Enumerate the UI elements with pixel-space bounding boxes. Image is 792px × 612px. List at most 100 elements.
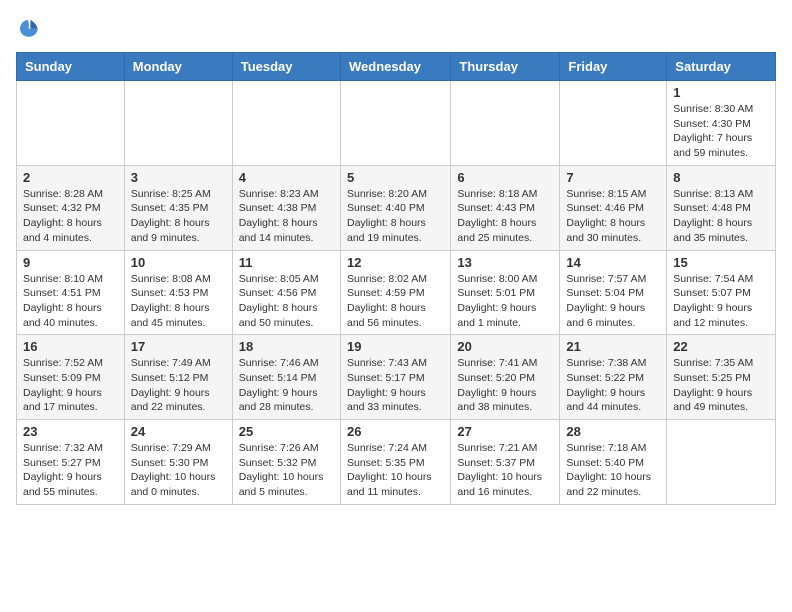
- day-cell: 9Sunrise: 8:10 AM Sunset: 4:51 PM Daylig…: [17, 250, 125, 335]
- day-cell: 5 Sunrise: 8:20 AM Sunset: 4:40 PM Daylig…: [340, 165, 450, 250]
- day-info: Sunrise: 7:26 AM Sunset: 5:32 PM Dayligh…: [239, 441, 334, 500]
- day-number: 28: [566, 424, 660, 439]
- weekday-header-row: SundayMondayTuesdayWednesdayThursdayFrid…: [17, 53, 776, 81]
- day-info: Sunrise: 7:24 AM Sunset: 5:35 PM Dayligh…: [347, 441, 444, 500]
- day-cell: 13 Sunrise: 8:00 AM Sunset: 5:01 PM Dayli…: [451, 250, 560, 335]
- day-info: Sunrise: 7:57 AM Sunset: 5:04 PM Dayligh…: [566, 272, 660, 331]
- day-cell: 23 Sunrise: 7:32 AM Sunset: 5:27 PM Dayli…: [17, 420, 125, 505]
- day-cell: 14 Sunrise: 7:57 AM Sunset: 5:04 PM Dayli…: [560, 250, 667, 335]
- day-cell: 25 Sunrise: 7:26 AM Sunset: 5:32 PM Dayli…: [232, 420, 340, 505]
- day-number: 22: [673, 339, 769, 354]
- day-info: Sunrise: 7:35 AM Sunset: 5:25 PM Dayligh…: [673, 356, 769, 415]
- day-cell: [232, 81, 340, 166]
- day-number: 18: [239, 339, 334, 354]
- page-header: [16, 16, 776, 40]
- day-info: Sunrise: 7:49 AM Sunset: 5:12 PM Dayligh…: [131, 356, 226, 415]
- calendar-table: SundayMondayTuesdayWednesdayThursdayFrid…: [16, 52, 776, 505]
- day-cell: 28 Sunrise: 7:18 AM Sunset: 5:40 PM Dayli…: [560, 420, 667, 505]
- day-number: 13: [457, 255, 553, 270]
- week-row-3: 9Sunrise: 8:10 AM Sunset: 4:51 PM Daylig…: [17, 250, 776, 335]
- logo-icon: [16, 16, 40, 40]
- day-info: Sunrise: 8:28 AM Sunset: 4:32 PM Dayligh…: [23, 187, 118, 246]
- day-cell: 10Sunrise: 8:08 AM Sunset: 4:53 PM Dayli…: [124, 250, 232, 335]
- day-cell: 7 Sunrise: 8:15 AM Sunset: 4:46 PM Daylig…: [560, 165, 667, 250]
- week-row-1: 1Sunrise: 8:30 AM Sunset: 4:30 PM Daylig…: [17, 81, 776, 166]
- day-number: 5: [347, 170, 444, 185]
- day-cell: 2 Sunrise: 8:28 AM Sunset: 4:32 PM Daylig…: [17, 165, 125, 250]
- day-info: Sunrise: 8:18 AM Sunset: 4:43 PM Dayligh…: [457, 187, 553, 246]
- day-cell: [560, 81, 667, 166]
- day-cell: 4 Sunrise: 8:23 AM Sunset: 4:38 PM Daylig…: [232, 165, 340, 250]
- day-number: 23: [23, 424, 118, 439]
- day-cell: 21 Sunrise: 7:38 AM Sunset: 5:22 PM Dayli…: [560, 335, 667, 420]
- day-cell: [667, 420, 776, 505]
- day-number: 24: [131, 424, 226, 439]
- weekday-header-friday: Friday: [560, 53, 667, 81]
- day-cell: 19 Sunrise: 7:43 AM Sunset: 5:17 PM Dayli…: [340, 335, 450, 420]
- day-cell: 8 Sunrise: 8:13 AM Sunset: 4:48 PM Daylig…: [667, 165, 776, 250]
- day-info: Sunrise: 7:18 AM Sunset: 5:40 PM Dayligh…: [566, 441, 660, 500]
- day-number: 2: [23, 170, 118, 185]
- weekday-header-monday: Monday: [124, 53, 232, 81]
- day-number: 3: [131, 170, 226, 185]
- day-info: Sunrise: 8:13 AM Sunset: 4:48 PM Dayligh…: [673, 187, 769, 246]
- day-info: Sunrise: 7:43 AM Sunset: 5:17 PM Dayligh…: [347, 356, 444, 415]
- day-info: Sunrise: 8:25 AM Sunset: 4:35 PM Dayligh…: [131, 187, 226, 246]
- day-cell: 20 Sunrise: 7:41 AM Sunset: 5:20 PM Dayli…: [451, 335, 560, 420]
- day-info: Sunrise: 7:21 AM Sunset: 5:37 PM Dayligh…: [457, 441, 553, 500]
- day-cell: 12Sunrise: 8:02 AM Sunset: 4:59 PM Dayli…: [340, 250, 450, 335]
- day-cell: 1Sunrise: 8:30 AM Sunset: 4:30 PM Daylig…: [667, 81, 776, 166]
- day-number: 26: [347, 424, 444, 439]
- day-cell: 26 Sunrise: 7:24 AM Sunset: 5:35 PM Dayli…: [340, 420, 450, 505]
- day-number: 8: [673, 170, 769, 185]
- day-number: 7: [566, 170, 660, 185]
- day-info: Sunrise: 7:32 AM Sunset: 5:27 PM Dayligh…: [23, 441, 118, 500]
- day-cell: 22 Sunrise: 7:35 AM Sunset: 5:25 PM Dayli…: [667, 335, 776, 420]
- day-info: Sunrise: 7:46 AM Sunset: 5:14 PM Dayligh…: [239, 356, 334, 415]
- weekday-header-sunday: Sunday: [17, 53, 125, 81]
- logo: [16, 16, 44, 40]
- day-number: 20: [457, 339, 553, 354]
- day-info: Sunrise: 8:23 AM Sunset: 4:38 PM Dayligh…: [239, 187, 334, 246]
- weekday-header-tuesday: Tuesday: [232, 53, 340, 81]
- day-info: Sunrise: 8:15 AM Sunset: 4:46 PM Dayligh…: [566, 187, 660, 246]
- week-row-2: 2 Sunrise: 8:28 AM Sunset: 4:32 PM Daylig…: [17, 165, 776, 250]
- day-cell: 17 Sunrise: 7:49 AM Sunset: 5:12 PM Dayli…: [124, 335, 232, 420]
- day-cell: [451, 81, 560, 166]
- day-number: 12: [347, 255, 444, 270]
- day-number: 14: [566, 255, 660, 270]
- day-info: Sunrise: 7:54 AM Sunset: 5:07 PM Dayligh…: [673, 272, 769, 331]
- day-number: 10: [131, 255, 226, 270]
- day-info: Sunrise: 8:00 AM Sunset: 5:01 PM Dayligh…: [457, 272, 553, 331]
- day-cell: 16Sunrise: 7:52 AM Sunset: 5:09 PM Dayli…: [17, 335, 125, 420]
- day-number: 21: [566, 339, 660, 354]
- day-cell: 27 Sunrise: 7:21 AM Sunset: 5:37 PM Dayli…: [451, 420, 560, 505]
- day-number: 19: [347, 339, 444, 354]
- day-info: Sunrise: 7:38 AM Sunset: 5:22 PM Dayligh…: [566, 356, 660, 415]
- weekday-header-wednesday: Wednesday: [340, 53, 450, 81]
- day-number: 11: [239, 255, 334, 270]
- weekday-header-saturday: Saturday: [667, 53, 776, 81]
- day-number: 27: [457, 424, 553, 439]
- day-info: Sunrise: 8:05 AM Sunset: 4:56 PM Dayligh…: [239, 272, 334, 331]
- week-row-5: 23 Sunrise: 7:32 AM Sunset: 5:27 PM Dayli…: [17, 420, 776, 505]
- day-info: Sunrise: 8:10 AM Sunset: 4:51 PM Dayligh…: [23, 272, 118, 331]
- day-number: 15: [673, 255, 769, 270]
- day-cell: 3 Sunrise: 8:25 AM Sunset: 4:35 PM Daylig…: [124, 165, 232, 250]
- day-number: 6: [457, 170, 553, 185]
- day-cell: 15 Sunrise: 7:54 AM Sunset: 5:07 PM Dayli…: [667, 250, 776, 335]
- day-number: 17: [131, 339, 226, 354]
- day-number: 4: [239, 170, 334, 185]
- day-cell: 24 Sunrise: 7:29 AM Sunset: 5:30 PM Dayli…: [124, 420, 232, 505]
- day-info: Sunrise: 8:30 AM Sunset: 4:30 PM Dayligh…: [673, 102, 769, 161]
- day-cell: [17, 81, 125, 166]
- day-number: 25: [239, 424, 334, 439]
- week-row-4: 16Sunrise: 7:52 AM Sunset: 5:09 PM Dayli…: [17, 335, 776, 420]
- day-cell: 6 Sunrise: 8:18 AM Sunset: 4:43 PM Daylig…: [451, 165, 560, 250]
- day-info: Sunrise: 7:52 AM Sunset: 5:09 PM Dayligh…: [23, 356, 118, 415]
- day-info: Sunrise: 7:29 AM Sunset: 5:30 PM Dayligh…: [131, 441, 226, 500]
- day-cell: [124, 81, 232, 166]
- day-info: Sunrise: 8:20 AM Sunset: 4:40 PM Dayligh…: [347, 187, 444, 246]
- day-info: Sunrise: 7:41 AM Sunset: 5:20 PM Dayligh…: [457, 356, 553, 415]
- day-cell: 18 Sunrise: 7:46 AM Sunset: 5:14 PM Dayli…: [232, 335, 340, 420]
